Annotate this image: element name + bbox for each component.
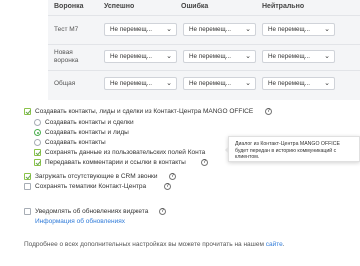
chevron-down-icon: ⌄	[245, 53, 251, 60]
chevron-down-icon: ⌄	[245, 80, 251, 87]
neutral-stage-select[interactable]: Не перемещ... ⌄	[262, 23, 335, 36]
footer-text: Подробнее о всех дополнительных настройк…	[24, 241, 264, 248]
question-circle-icon[interactable]: ?	[265, 108, 272, 115]
neutral-stage-select[interactable]: Не перемещ... ⌄	[262, 50, 335, 63]
option-label: Создавать контакты	[45, 139, 106, 146]
divider	[48, 70, 360, 71]
option-label: Создавать контакты, лиды и сделки из Кон…	[35, 108, 254, 115]
divider	[48, 44, 360, 45]
success-stage-select[interactable]: Не перемещ... ⌄	[104, 23, 177, 36]
chevron-down-icon: ⌄	[324, 26, 330, 33]
option-label: Сохранять тематики Контакт-Центра	[35, 183, 147, 190]
tooltip-line: клиентом.	[235, 154, 260, 160]
select-value: Не перемещ...	[110, 80, 152, 87]
option-label: Передавать комментарии и ссылки в контак…	[45, 159, 186, 166]
footer-note: Подробнее о всех дополнительных настройк…	[24, 241, 285, 248]
select-value: Не перемещ...	[189, 53, 231, 60]
tooltip: Диалог из Контакт-Центра MANGO OFFICE бу…	[225, 136, 360, 162]
question-circle-icon[interactable]: ?	[164, 183, 171, 190]
site-link[interactable]: сайте	[266, 241, 283, 248]
mode-contacts-deals-radio[interactable]	[34, 119, 41, 126]
funnel-name-line: Новая	[54, 49, 73, 56]
option-label: Загружать отсутствующие в CRM звонки	[35, 173, 158, 180]
header-funnel: Воронка	[54, 3, 84, 10]
error-stage-select[interactable]: Не перемещ... ⌄	[183, 50, 256, 63]
select-value: Не перемещ...	[110, 26, 152, 33]
funnel-name: Общая	[54, 80, 76, 87]
option-label: Уведомлять об обновлениях виджета	[35, 208, 149, 215]
option-label: Сохранять данные из пользовательских пол…	[45, 149, 206, 156]
chevron-down-icon: ⌄	[166, 53, 172, 60]
chevron-down-icon: ⌄	[324, 80, 330, 87]
funnel-name: Новая воронка	[54, 49, 78, 65]
chevron-down-icon: ⌄	[245, 26, 251, 33]
pass-comments-checkbox[interactable]	[34, 159, 41, 166]
create-entities-checkbox[interactable]	[24, 108, 31, 115]
success-stage-select[interactable]: Не перемещ... ⌄	[104, 50, 177, 63]
mode-contacts-leads-radio[interactable]	[34, 129, 41, 136]
success-stage-select[interactable]: Не перемещ... ⌄	[104, 77, 177, 90]
header-neutral: Нейтрально	[262, 3, 305, 10]
save-topics-checkbox[interactable]	[24, 183, 31, 190]
header-success: Успешно	[104, 3, 135, 10]
chevron-down-icon: ⌄	[166, 26, 172, 33]
notify-updates-checkbox[interactable]	[24, 208, 31, 215]
widget-update-info-link[interactable]: Информация об обновлениях	[35, 217, 125, 227]
footer-period: .	[282, 241, 285, 248]
header-error: Ошибка	[181, 3, 209, 10]
chevron-down-icon: ⌄	[166, 80, 172, 87]
select-value: Не перемещ...	[268, 80, 310, 87]
tooltip-line: Диалог из Контакт-Центра MANGO OFFICE	[235, 141, 340, 147]
option-label: Создавать контакты и сделки	[45, 119, 134, 126]
select-value: Не перемещ...	[110, 53, 152, 60]
error-stage-select[interactable]: Не перемещ... ⌄	[183, 23, 256, 36]
option-label: Создавать контакты и лиды	[45, 129, 129, 136]
error-stage-select[interactable]: Не перемещ... ⌄	[183, 77, 256, 90]
save-custom-fields-checkbox[interactable]	[34, 149, 41, 156]
select-value: Не перемещ...	[189, 80, 231, 87]
question-circle-icon[interactable]: ?	[169, 173, 176, 180]
select-value: Не перемещ...	[189, 26, 231, 33]
select-value: Не перемещ...	[268, 26, 310, 33]
question-circle-icon[interactable]: ?	[201, 159, 208, 166]
question-circle-icon[interactable]: ?	[159, 208, 166, 215]
update-info-link-text[interactable]: Информация об обновлениях	[35, 218, 125, 225]
chevron-down-icon: ⌄	[324, 53, 330, 60]
divider	[48, 15, 360, 16]
funnel-name-line: воронка	[54, 57, 79, 64]
funnel-name: Тест М7	[54, 26, 79, 33]
mode-contacts-radio[interactable]	[34, 139, 41, 146]
load-missing-calls-checkbox[interactable]	[24, 173, 31, 180]
select-value: Не перемещ...	[268, 53, 310, 60]
neutral-stage-select[interactable]: Не перемещ... ⌄	[262, 77, 335, 90]
